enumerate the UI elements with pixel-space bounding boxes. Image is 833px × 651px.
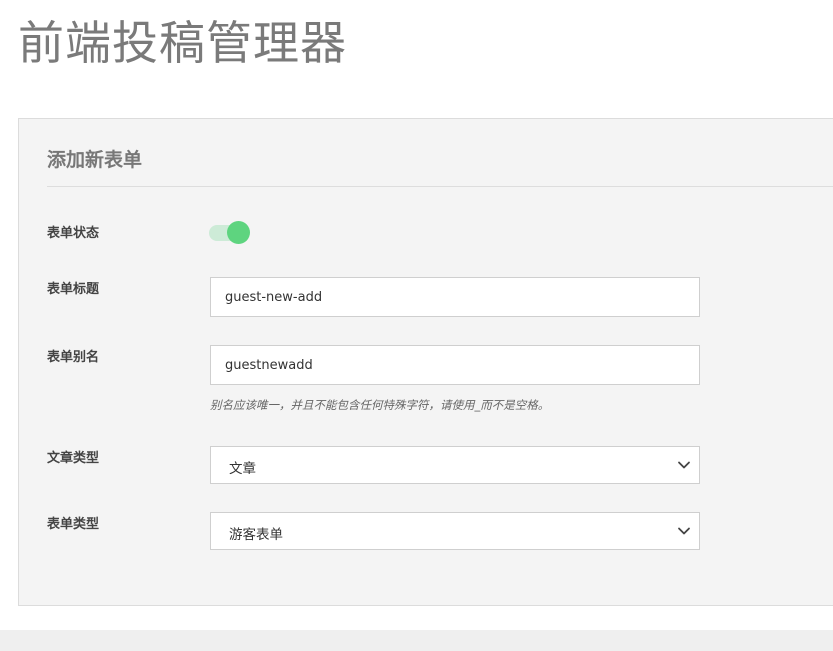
form-status-label: 表单状态: [47, 226, 100, 241]
post-type-select[interactable]: 文章: [210, 446, 700, 484]
footer-band: [0, 630, 833, 651]
post-type-selected-value: 文章: [229, 461, 256, 477]
form-type-select[interactable]: 游客表单: [210, 512, 700, 550]
form-title-input[interactable]: [210, 277, 700, 317]
form-type-selected-value: 游客表单: [229, 527, 283, 543]
add-form-panel: 添加新表单 表单状态 表单标题 表单别名 别名应该唯一，并且不能包含任何特殊字符…: [18, 118, 833, 606]
toggle-knob: [227, 221, 250, 244]
chevron-down-icon: [678, 461, 690, 469]
panel-divider: [47, 186, 833, 187]
form-type-label: 表单类型: [47, 517, 100, 532]
alias-hint: 别名应该唯一，并且不能包含任何特殊字符，请使用_而不是空格。: [210, 398, 550, 412]
form-status-toggle[interactable]: [209, 220, 251, 246]
post-type-label: 文章类型: [47, 451, 100, 466]
form-title-label: 表单标题: [47, 282, 100, 297]
form-alias-label: 表单别名: [47, 350, 100, 365]
form-alias-input[interactable]: [210, 345, 700, 385]
chevron-down-icon: [678, 527, 690, 535]
page-title: 前端投稿管理器: [18, 16, 347, 70]
panel-heading: 添加新表单: [47, 149, 143, 171]
